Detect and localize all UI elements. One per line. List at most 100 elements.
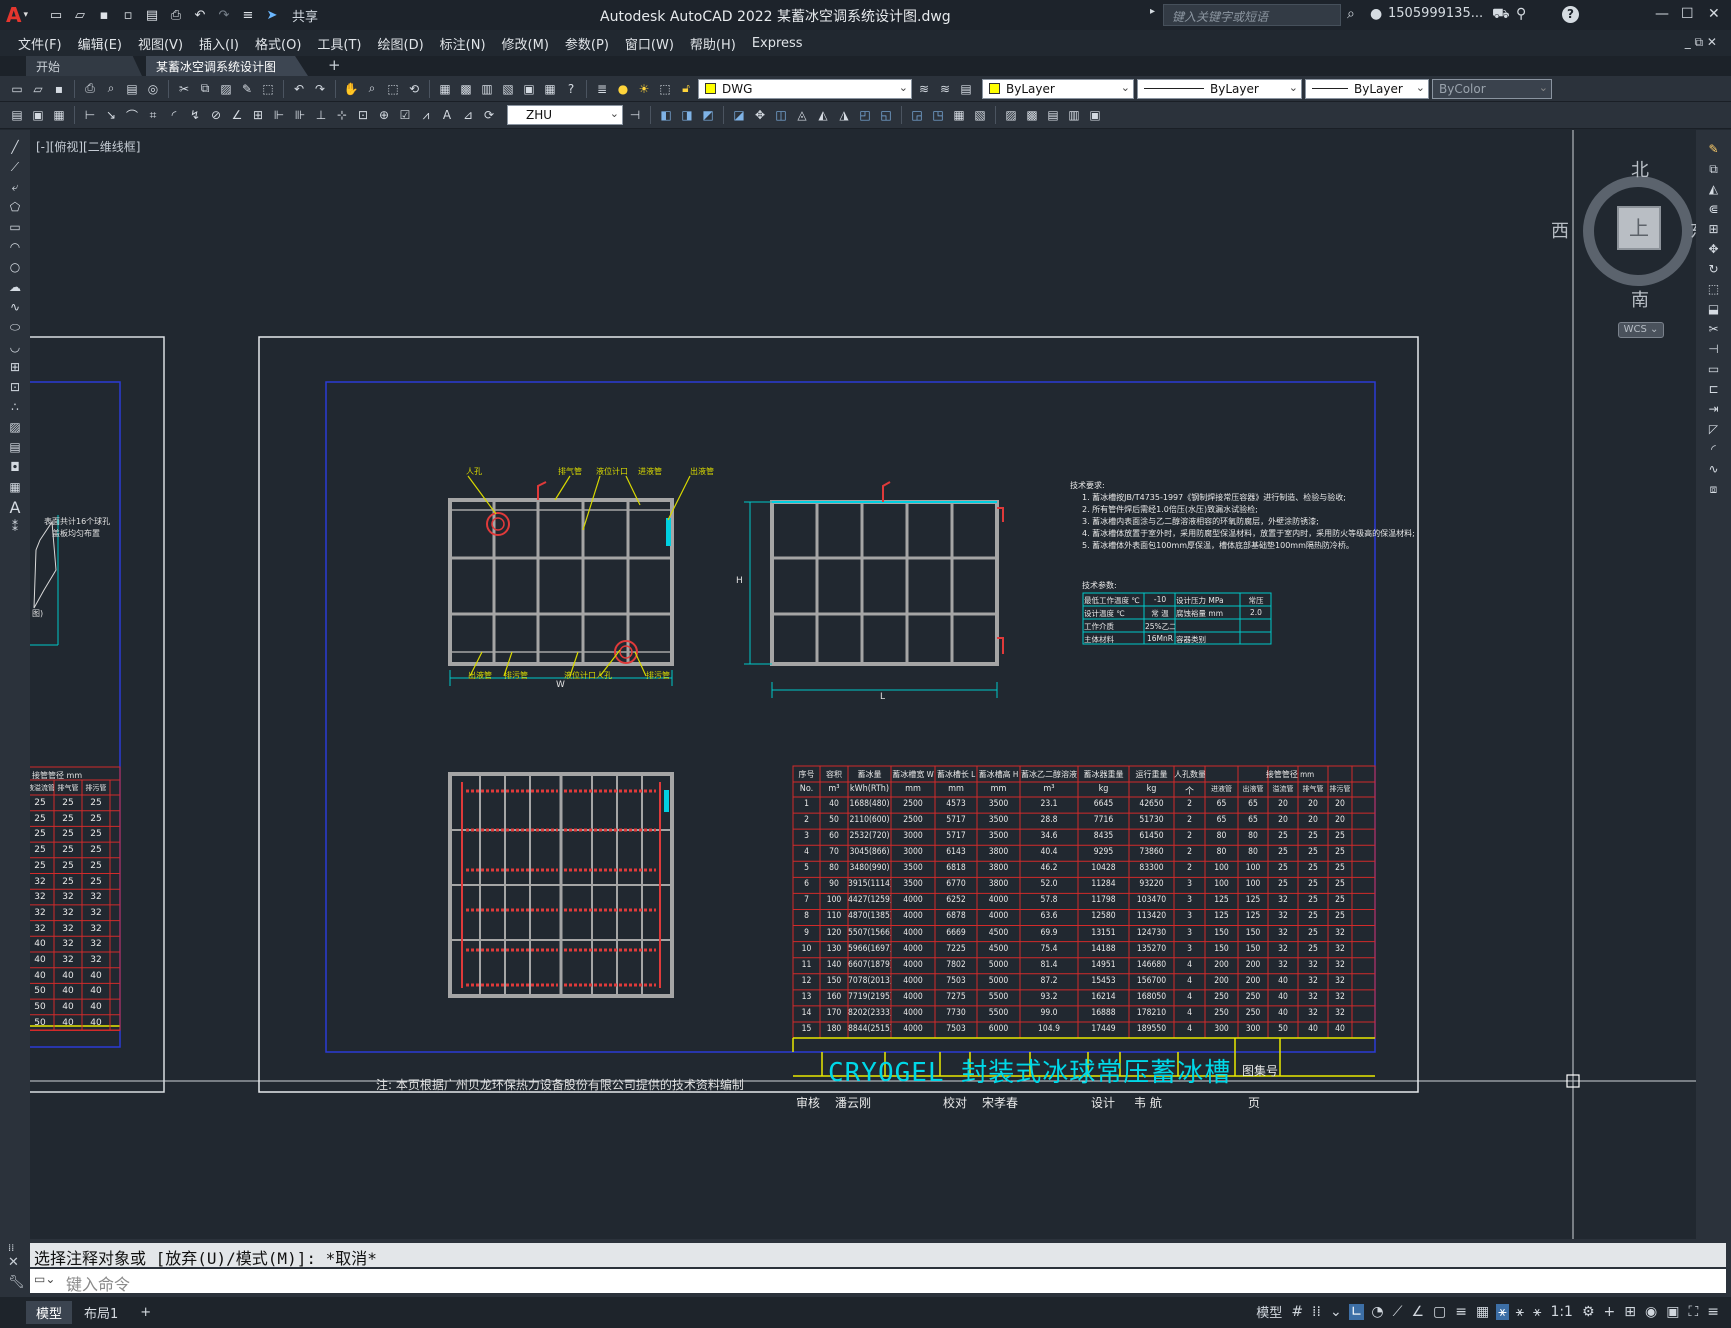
menu-window[interactable]: 窗口(W) xyxy=(625,34,674,53)
baseline-dimension-icon[interactable]: ⊩ xyxy=(270,106,288,124)
menu-modify[interactable]: 修改(M) xyxy=(502,34,549,53)
open-icon[interactable]: ▱ xyxy=(70,5,90,25)
menu-help[interactable]: 帮助(H) xyxy=(690,34,736,53)
user-name[interactable]: 1505999135... xyxy=(1388,6,1483,21)
transparency-icon[interactable]: ▦ xyxy=(1474,1304,1491,1320)
move-3d-icon[interactable]: ✥ xyxy=(751,106,769,124)
radius-dimension-icon[interactable]: ◜ xyxy=(165,106,183,124)
visual-style-icon[interactable]: ◲ xyxy=(908,106,926,124)
union-icon[interactable]: ◨ xyxy=(678,106,696,124)
walk-icon[interactable]: ▩ xyxy=(1023,106,1041,124)
jogged-linear-icon[interactable]: ⩘ xyxy=(417,106,435,124)
angular-dimension-icon[interactable]: ∠ xyxy=(228,106,246,124)
add-layout-icon[interactable]: + xyxy=(130,1303,161,1322)
dimension-space-icon[interactable]: ⊥ xyxy=(312,106,330,124)
subtract-icon[interactable]: ◩ xyxy=(699,106,717,124)
blend-curves-icon[interactable]: ∿ xyxy=(1705,460,1723,478)
layer-on-icon[interactable]: ● xyxy=(614,80,632,98)
osnap-track-icon[interactable]: ∠ xyxy=(1409,1304,1426,1320)
save-icon[interactable]: ▪ xyxy=(50,80,68,98)
loft-icon[interactable]: ◱ xyxy=(877,106,895,124)
command-input[interactable]: 键入命令 xyxy=(30,1269,1726,1294)
line-icon[interactable]: ╱ xyxy=(6,138,24,156)
isodraft-icon[interactable]: ⟋ xyxy=(1391,1304,1405,1320)
make-current-layer-icon[interactable]: ≋ xyxy=(915,80,933,98)
tab-layout1[interactable]: 布局1 xyxy=(74,1301,128,1324)
inspection-icon[interactable]: ☑ xyxy=(396,106,414,124)
infer-icon[interactable]: ⌄ xyxy=(1328,1304,1344,1320)
plot-preview-icon[interactable]: ⌕ xyxy=(102,80,120,98)
ordinate-dimension-icon[interactable]: ⌗ xyxy=(144,106,162,124)
undo-icon[interactable]: ↶ xyxy=(190,5,210,25)
tab-model[interactable]: 模型 xyxy=(26,1301,73,1324)
ortho-icon[interactable]: ∟ xyxy=(1348,1303,1365,1320)
doc-window-controls[interactable]: _ ⧉ ✕ xyxy=(1685,35,1717,50)
tab-start[interactable]: 开始 xyxy=(26,56,142,76)
autodesk-a360-icon[interactable]: ⚲ xyxy=(1516,6,1526,22)
move-icon[interactable]: ✥ xyxy=(1705,240,1723,258)
user-icon[interactable]: ● xyxy=(1370,6,1382,22)
layer-freeze-icon[interactable]: ☀ xyxy=(635,80,653,98)
dimension-style-icon[interactable]: ⊣ xyxy=(626,106,644,124)
hardware-accel-icon[interactable]: ▣ xyxy=(1664,1304,1681,1320)
search-icon[interactable]: ⌕ xyxy=(1347,6,1355,22)
tolerance-icon[interactable]: ⊡ xyxy=(354,106,372,124)
save-icon[interactable]: ▪ xyxy=(94,5,114,25)
erase-icon[interactable]: ✎ xyxy=(1705,140,1723,158)
menu-edit[interactable]: 编辑(E) xyxy=(78,34,122,53)
revision-cloud-icon[interactable]: ☁ xyxy=(6,278,24,296)
diameter-dimension-icon[interactable]: ⊘ xyxy=(207,106,225,124)
array-icon[interactable]: ⊞ xyxy=(1705,220,1723,238)
crosshair-icon[interactable]: + xyxy=(1602,1304,1618,1320)
command-close-icon[interactable]: ✕ xyxy=(8,1255,19,1270)
zoom-window-icon[interactable]: ⬚ xyxy=(384,80,402,98)
model-space-toggle[interactable]: 模型 xyxy=(1254,1302,1284,1321)
annotation-scale-value[interactable]: 1:1 xyxy=(1548,1304,1575,1320)
publish-icon[interactable]: ▤ xyxy=(142,5,162,25)
sun-icon[interactable]: ▣ xyxy=(1086,106,1104,124)
drawing-canvas[interactable]: [-][俯视][二维线框] 上 北 南 西 东 WCS ⌄ xyxy=(30,130,1696,1239)
insert-block-icon[interactable]: ⊞ xyxy=(6,358,24,376)
lights-icon[interactable]: ▧ xyxy=(971,106,989,124)
cut-icon[interactable]: ✂ xyxy=(175,80,193,98)
menu-draw[interactable]: 绘图(D) xyxy=(378,34,424,53)
menu-format[interactable]: 格式(O) xyxy=(255,34,301,53)
new-tab-icon[interactable]: + xyxy=(328,56,341,76)
tool-palettes-icon[interactable]: ▥ xyxy=(478,80,496,98)
layer-dropdown[interactable]: DWG ⌄ xyxy=(698,78,912,99)
section-icon[interactable]: ◮ xyxy=(835,106,853,124)
fly-icon[interactable]: ▤ xyxy=(1044,106,1062,124)
dimension-edit-icon[interactable]: A xyxy=(438,106,456,124)
design-center-icon[interactable]: ▩ xyxy=(457,80,475,98)
rotate-icon[interactable]: ↻ xyxy=(1705,260,1723,278)
modify-block-icon[interactable]: ▤ xyxy=(8,106,26,124)
redo-icon[interactable]: ↷ xyxy=(311,80,329,98)
polar-icon[interactable]: ◔ xyxy=(1369,1304,1385,1320)
presspull-icon[interactable]: ◬ xyxy=(793,106,811,124)
help-icon[interactable]: ? xyxy=(1562,6,1579,23)
center-mark-icon[interactable]: ⊕ xyxy=(375,106,393,124)
arc-length-icon[interactable]: ⌒ xyxy=(123,106,141,124)
construction-line-icon[interactable]: ⟋ xyxy=(6,158,24,176)
region-icon[interactable]: ◘ xyxy=(6,458,24,476)
units-icon[interactable]: ⊞ xyxy=(1622,1304,1638,1320)
share-icon[interactable]: ➤ xyxy=(262,5,282,25)
customize-icon[interactable]: 🔧︎ xyxy=(8,1275,25,1290)
zoom-previous-icon[interactable]: ⟲ xyxy=(405,80,423,98)
rotate-3d-icon[interactable]: ◫ xyxy=(772,106,790,124)
sheet-set-icon[interactable]: ▧ xyxy=(499,80,517,98)
quick-dimension-icon[interactable]: ⊞ xyxy=(249,106,267,124)
cart-icon[interactable]: ⛟ xyxy=(1492,6,1510,24)
isolate-icon[interactable]: ◉ xyxy=(1643,1304,1659,1320)
extend-icon[interactable]: ⊣ xyxy=(1705,340,1723,358)
zoom-realtime-icon[interactable]: ⌕ xyxy=(363,80,381,98)
color-dropdown[interactable]: ByLayer ⌄ xyxy=(982,78,1134,99)
copy-object-icon[interactable]: ⧉ xyxy=(1705,160,1723,178)
gradient-icon[interactable]: ▤ xyxy=(6,438,24,456)
search-expand-icon[interactable]: ▸ xyxy=(1150,6,1155,17)
circle-icon[interactable]: ○ xyxy=(6,258,24,276)
paste-icon[interactable]: ▨ xyxy=(217,80,235,98)
hatch-icon[interactable]: ▨ xyxy=(6,418,24,436)
publish-icon[interactable]: ▤ xyxy=(123,80,141,98)
dimension-update-icon[interactable]: ⟳ xyxy=(480,106,498,124)
